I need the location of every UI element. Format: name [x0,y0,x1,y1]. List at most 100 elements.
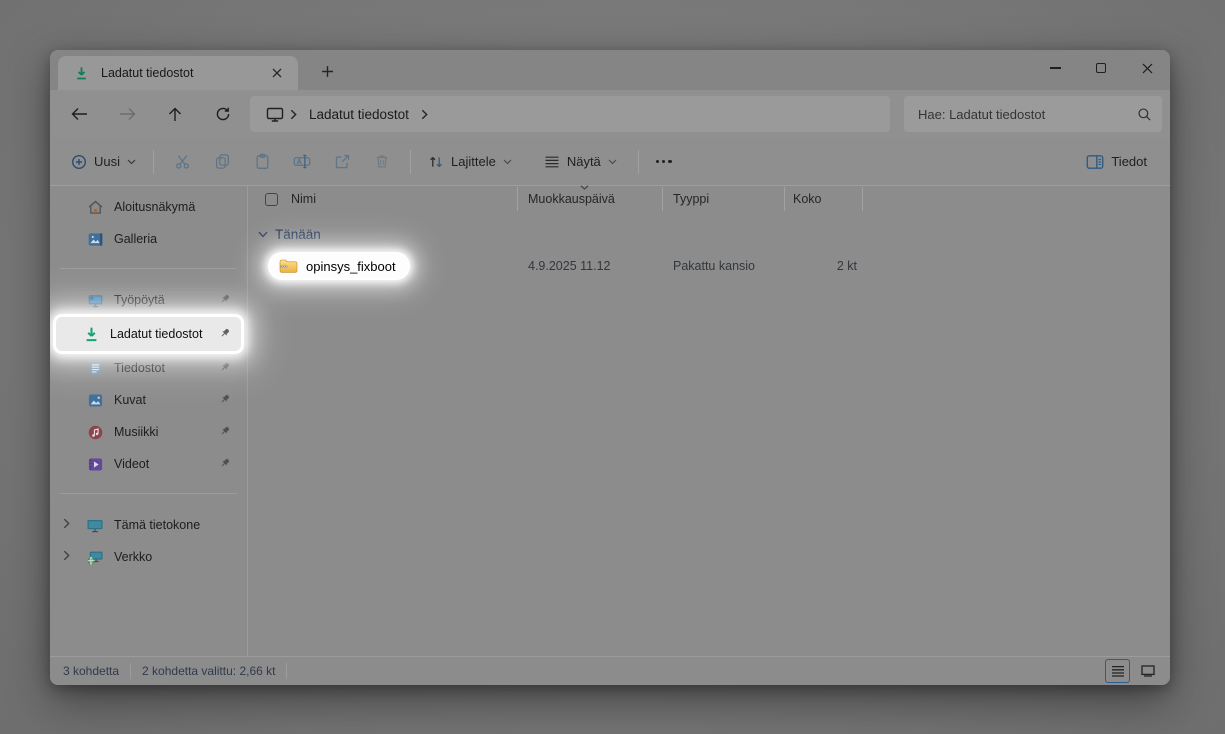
tab-downloads[interactable]: Ladatut tiedostot [58,56,298,90]
sidebar-item-desktop[interactable]: Työpöytä [54,285,243,315]
forward-icon [119,107,136,121]
gallery-icon [86,230,104,248]
sort-button[interactable]: Lajittele [419,145,521,179]
location-device-icon[interactable] [266,106,284,123]
refresh-button[interactable] [206,97,240,131]
share-button[interactable] [322,145,362,179]
column-label: Koko [793,192,822,206]
window-controls [1032,50,1170,86]
column-label: Muokkauspäivä [528,192,615,206]
close-button[interactable] [1124,50,1170,86]
sidebar-item-label: Musiikki [114,425,158,439]
file-type: Pakattu kansio [663,259,785,273]
share-icon [334,153,351,170]
toolbar-separator [410,150,411,174]
more-options-button[interactable] [647,145,681,179]
desktop-icon [86,291,104,309]
column-header-name[interactable]: Nimi [258,187,518,211]
sidebar-item-label: Videot [114,457,149,471]
search-input[interactable] [918,107,1137,122]
sidebar-separator [60,268,237,269]
file-row[interactable]: opinsys_fixboot 4.9.2025 11.12 Pakattu k… [248,249,1170,283]
new-button[interactable]: Uusi [62,145,145,179]
status-divider [286,663,287,679]
sidebar-item-gallery[interactable]: Galleria [54,224,243,254]
group-label: Tänään [275,227,321,242]
tab-close-icon[interactable] [266,62,288,84]
tab-title: Ladatut tiedostot [101,66,266,80]
zip-folder-icon [279,258,298,274]
command-bar: Uusi Lajittele Näytä [50,138,1170,186]
sort-button-label: Lajittele [451,154,496,169]
sidebar-item-label: Kuvat [114,393,146,407]
view-button[interactable]: Näytä [535,145,626,179]
rename-icon [293,153,311,170]
pin-icon [219,425,231,437]
trash-icon [374,153,390,170]
sidebar-item-label: Tiedostot [114,361,165,375]
chevron-expand-icon[interactable] [63,518,70,529]
close-icon [1142,63,1153,74]
delete-button[interactable] [362,145,402,179]
sidebar-item-label: Galleria [114,232,157,246]
music-icon [86,423,104,441]
sidebar-item-home[interactable]: Aloitusnäkymä [54,192,243,222]
this-pc-icon [86,516,104,534]
search-box [904,96,1162,132]
details-pane-label: Tiedot [1111,154,1147,169]
chevron-right-icon[interactable] [421,109,428,120]
chevron-expand-icon[interactable] [63,550,70,561]
download-icon [74,66,89,81]
large-icons-view-button[interactable] [1135,659,1160,683]
sidebar-item-label: Ladatut tiedostot [110,327,202,341]
sidebar-item-music[interactable]: Musiikki [54,417,243,447]
chevron-collapse-icon[interactable] [258,231,268,238]
back-button[interactable] [62,97,96,131]
navigation-pane: Aloitusnäkymä Galleria Työpöytä [50,186,248,656]
sidebar-item-this-pc[interactable]: Tämä tietokone [54,510,243,540]
home-icon [86,198,104,216]
sidebar-item-videos[interactable]: Videot [54,449,243,479]
paste-icon [254,153,271,170]
breadcrumb: Ladatut tiedostot [250,96,890,132]
sidebar-item-documents[interactable]: Tiedostot [54,353,243,383]
details-pane-button[interactable]: Tiedot [1077,145,1156,179]
minimize-button[interactable] [1032,50,1078,86]
file-list-pane: Nimi Muokkauspäivä Tyyppi Koko [248,186,1170,656]
sidebar-item-label: Työpöytä [114,293,165,307]
maximize-icon [1096,63,1106,73]
maximize-button[interactable] [1078,50,1124,86]
sidebar-item-pictures[interactable]: Kuvat [54,385,243,415]
chevron-right-icon [290,109,297,120]
copy-button[interactable] [202,145,242,179]
copy-icon [214,153,231,170]
pin-icon [219,361,231,373]
sidebar-item-network[interactable]: Verkko [54,542,243,572]
back-icon [71,107,88,121]
file-opinsys-fixboot[interactable]: opinsys_fixboot [270,254,408,278]
new-tab-button[interactable] [312,56,342,86]
status-divider [130,663,131,679]
item-count: 3 kohdetta [63,664,119,678]
up-button[interactable] [158,97,192,131]
breadcrumb-item-downloads[interactable]: Ladatut tiedostot [309,107,409,122]
select-all-checkbox[interactable] [265,193,278,206]
paste-button[interactable] [242,145,282,179]
group-header-today[interactable]: Tänään [258,223,1170,245]
downloads-icon [82,325,100,343]
rename-button[interactable] [282,145,322,179]
file-modified: 4.9.2025 11.12 [518,259,663,273]
column-header-modified[interactable]: Muokkauspäivä [518,187,663,211]
cut-button[interactable] [162,145,202,179]
column-header-size[interactable]: Koko [785,187,863,211]
search-icon[interactable] [1137,107,1152,122]
details-view-button[interactable] [1105,659,1130,683]
up-icon [168,107,182,122]
sort-icon [428,154,444,170]
pin-icon [219,457,231,469]
forward-button[interactable] [110,97,144,131]
sidebar-item-label: Tämä tietokone [114,518,200,532]
sidebar-item-downloads[interactable]: Ladatut tiedostot [56,317,241,351]
column-header-type[interactable]: Tyyppi [663,187,785,211]
toolbar-separator [638,150,639,174]
